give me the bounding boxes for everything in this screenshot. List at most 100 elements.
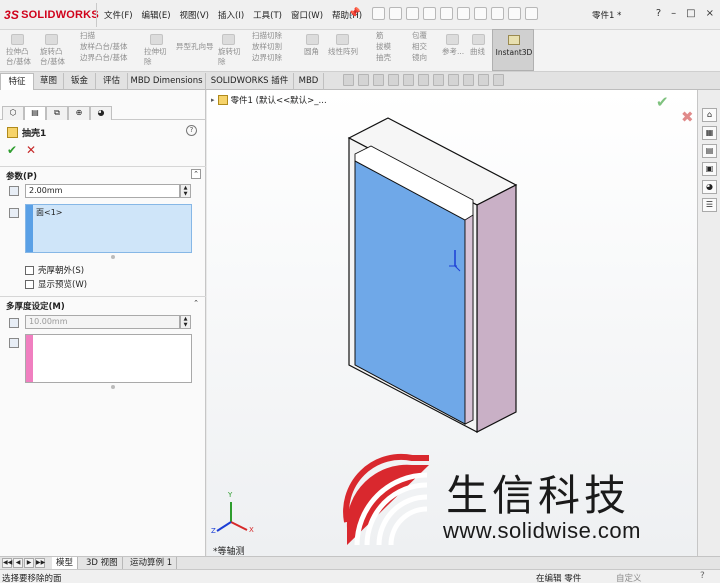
ribbon-intersect[interactable]: 相交 [412, 42, 427, 52]
menu-window[interactable]: 窗口(W) [291, 9, 323, 21]
previous-tab-icon[interactable]: ◀ [13, 558, 23, 568]
instant3d-button[interactable]: Instant3D [492, 29, 534, 71]
parameters-section-header[interactable]: 参数(P) ⌃ [0, 166, 206, 182]
cancel-button[interactable]: ✕ [26, 143, 36, 157]
multi-thickness-section-header[interactable]: 多厚度设定(M) ⌃ [0, 296, 206, 312]
ribbon-revolved-boss[interactable]: 旋转凸台/基体 [40, 47, 70, 67]
multi-thickness-spinner[interactable]: ▲ ▼ [180, 315, 191, 329]
menu-edit[interactable]: 编辑(E) [142, 9, 171, 21]
ribbon-swept-cut[interactable]: 扫描切除 [252, 31, 282, 41]
checkbox-box[interactable] [25, 265, 34, 275]
shell-part-model[interactable] [347, 117, 518, 433]
pin-icon[interactable]: 📌 [348, 8, 360, 19]
thickness-input[interactable]: 2.00mm [25, 184, 180, 198]
appearances-icon[interactable]: ◕ [702, 180, 717, 194]
first-tab-icon[interactable]: ◀◀ [2, 558, 12, 568]
next-tab-icon[interactable]: ▶ [24, 558, 34, 568]
multi-thickness-input[interactable]: 10.00mm [25, 315, 180, 329]
ribbon-boundary-boss[interactable]: 边界凸台/基体 [80, 53, 128, 63]
design-library-icon[interactable]: ▦ [702, 126, 717, 140]
unit-system-selector[interactable]: 自定义 [616, 572, 642, 583]
ribbon-shell[interactable]: 抽壳 [376, 53, 391, 63]
solidworks-resources-icon[interactable]: ⌂ [702, 108, 717, 122]
tab-mbd-dimensions[interactable]: MBD Dimensions [128, 73, 206, 90]
ribbon-boundary-cut[interactable]: 边界切除 [252, 53, 282, 63]
close-button[interactable]: × [706, 8, 714, 19]
tab-evaluate[interactable]: 评估 [96, 73, 128, 90]
help-icon[interactable]: ? [186, 125, 197, 136]
configuration-manager-tab-icon[interactable]: ⧉ [46, 106, 68, 120]
ribbon-wrap[interactable]: 包覆 [412, 31, 427, 41]
resize-grip[interactable] [111, 385, 115, 389]
ribbon-fillet[interactable]: 圆角 [304, 47, 319, 57]
ribbon-extruded-boss[interactable]: 拉伸凸台/基体 [6, 47, 36, 67]
ribbon-revolved-cut[interactable]: 旋转切除 [218, 47, 246, 67]
select-icon[interactable] [474, 7, 487, 20]
home-icon[interactable] [372, 7, 385, 20]
ribbon-lofted-boss[interactable]: 放样凸台/基体 [80, 42, 128, 52]
dimxpert-tab-icon[interactable]: ⊕ [68, 106, 90, 120]
feature-manager-tab-icon[interactable]: ⬡ [2, 106, 24, 120]
menu-insert[interactable]: 插入(I) [218, 9, 244, 21]
ribbon-swept-boss[interactable]: 扫描 [80, 31, 95, 41]
display-manager-tab-icon[interactable]: ◕ [90, 106, 112, 120]
ribbon-extruded-cut[interactable]: 拉伸切除 [144, 47, 172, 67]
edit-appearance-icon[interactable] [463, 74, 474, 86]
faces-to-remove-list[interactable]: 面<1> [25, 204, 192, 253]
tab-sketch[interactable]: 草图 [34, 73, 64, 90]
help-icon[interactable]: ? [656, 8, 661, 19]
graphics-area[interactable]: ▸ 零件1 (默认<<默认>_... ✔ ✖ Y X Z 生信科技 www.so… [207, 90, 697, 556]
zoom-area-icon[interactable] [358, 74, 369, 86]
view-settings-icon[interactable] [493, 74, 504, 86]
rebuild-icon[interactable] [491, 7, 504, 20]
multi-thickness-faces-list[interactable] [25, 334, 192, 383]
section-view-icon[interactable] [388, 74, 399, 86]
show-preview-checkbox[interactable]: 显示预览(W) [25, 278, 87, 290]
options-gear-icon[interactable] [525, 7, 538, 20]
resize-grip[interactable] [111, 255, 115, 259]
checkbox-box[interactable] [25, 279, 34, 289]
undo-icon[interactable] [457, 7, 470, 20]
ribbon-curves[interactable]: 曲线 [470, 47, 485, 57]
face-list-item[interactable]: 面<1> [36, 207, 63, 218]
ribbon-lofted-cut[interactable]: 放样切割 [252, 42, 282, 52]
dynamic-annotation-icon[interactable] [403, 74, 414, 86]
display-style-icon[interactable] [433, 74, 444, 86]
menu-tools[interactable]: 工具(T) [253, 9, 282, 21]
ribbon-linear-pattern[interactable]: 线性阵列 [328, 47, 358, 57]
tab-solidworks-addins[interactable]: SOLIDWORKS 插件 [206, 73, 294, 90]
open-icon[interactable] [406, 7, 419, 20]
ribbon-mirror[interactable]: 镜向 [412, 53, 427, 63]
ribbon-rib[interactable]: 筋 [376, 31, 384, 41]
ribbon-hole-wizard[interactable]: 异型孔向导 [176, 42, 214, 52]
custom-properties-icon[interactable]: ☰ [702, 198, 717, 212]
zoom-to-fit-icon[interactable] [343, 74, 354, 86]
view-palette-icon[interactable]: ▣ [702, 162, 717, 176]
status-help-icon[interactable]: ? [700, 571, 705, 581]
ribbon-draft[interactable]: 拔模 [376, 42, 391, 52]
ok-button[interactable]: ✔ [7, 143, 17, 157]
shell-outward-checkbox[interactable]: 壳厚朝外(S) [25, 264, 84, 276]
last-tab-icon[interactable]: ▶▶ [35, 558, 45, 568]
tab-sheet-metal[interactable]: 钣金 [64, 73, 96, 90]
ribbon-reference[interactable]: 参考... [442, 47, 464, 57]
view-orientation-icon[interactable] [418, 74, 429, 86]
maximize-button[interactable]: □ [686, 8, 695, 19]
tab-features[interactable]: 特征 [0, 73, 34, 90]
collapse-icon[interactable]: ⌃ [191, 169, 201, 179]
minimize-button[interactable]: – [671, 8, 676, 19]
collapse-icon[interactable]: ⌃ [191, 299, 201, 309]
menu-view[interactable]: 视图(V) [180, 9, 209, 21]
new-document-icon[interactable] [389, 7, 402, 20]
apply-scene-icon[interactable] [478, 74, 489, 86]
menu-file[interactable]: 文件(F) [104, 9, 133, 21]
thickness-spinner[interactable]: ▲ ▼ [180, 184, 191, 198]
save-icon[interactable] [423, 7, 436, 20]
previous-view-icon[interactable] [373, 74, 384, 86]
tab-mbd[interactable]: MBD [294, 73, 324, 90]
hide-show-items-icon[interactable] [448, 74, 459, 86]
file-explorer-icon[interactable]: ▤ [702, 144, 717, 158]
solidworks-logo[interactable]: 3S SOLIDWORKS [4, 6, 99, 24]
property-manager-tab-icon[interactable]: ▤ [24, 106, 46, 120]
print-icon[interactable] [440, 7, 453, 20]
